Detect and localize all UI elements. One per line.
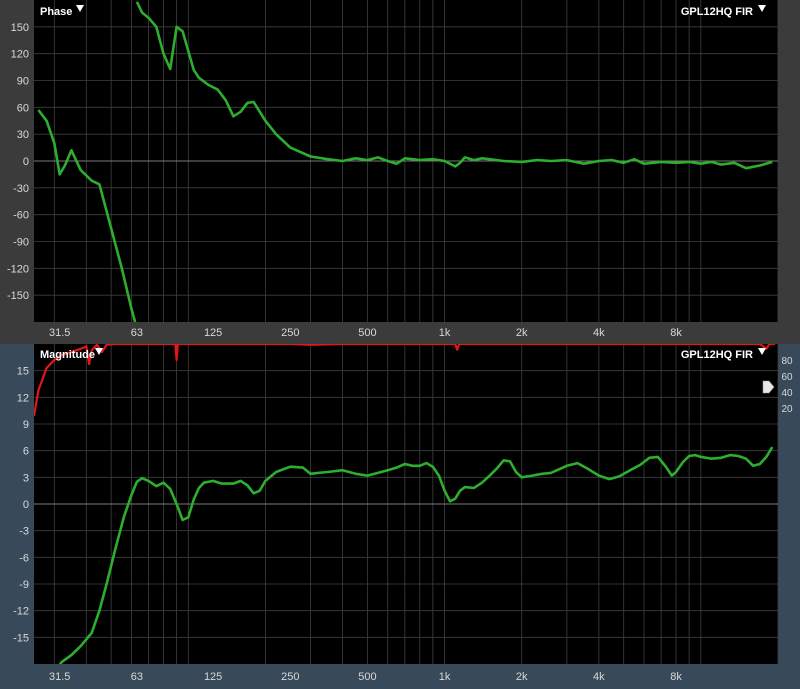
phase-y-tick-label: 90 <box>17 76 29 88</box>
phase-x-tick-label: 4k <box>593 327 605 339</box>
phase-title[interactable]: Phase <box>40 6 72 18</box>
magnitude-x-tick-label: 1k <box>439 671 451 683</box>
phase-x-tick-label: 2k <box>516 327 528 339</box>
phase-preset-label[interactable]: GPL12HQ FIR <box>681 6 753 18</box>
phase-x-tick-label: 8k <box>670 327 682 339</box>
magnitude-y-tick-label: 12 <box>17 392 29 404</box>
phase-y-tick-label: -150 <box>7 290 29 302</box>
magnitude-x-tick-label: 63 <box>131 671 143 683</box>
phase-y-tick-label: 150 <box>11 22 29 34</box>
magnitude-y-tick-label: 3 <box>23 472 29 484</box>
magnitude-y-tick-label: 6 <box>23 446 29 458</box>
magnitude-x-tick-label: 250 <box>281 671 299 683</box>
coherence-scale-label: 60 <box>781 372 793 383</box>
magnitude-x-tick-label: 2k <box>516 671 528 683</box>
magnitude-x-tick-label: 500 <box>358 671 376 683</box>
phase-x-tick-label: 500 <box>358 327 376 339</box>
phase-y-tick-label: -120 <box>7 263 29 275</box>
magnitude-x-tick-label: 31.5 <box>49 671 70 683</box>
phase-x-tick-label: 31.5 <box>49 327 70 339</box>
magnitude-y-tick-label: -15 <box>13 632 29 644</box>
magnitude-x-tick-label: 4k <box>593 671 605 683</box>
coherence-scale-label: 40 <box>781 388 793 399</box>
magnitude-title[interactable]: Magnitude <box>40 349 95 361</box>
phase-y-tick-label: 30 <box>17 129 29 141</box>
phase-y-tick-label: 60 <box>17 102 29 114</box>
magnitude-x-tick-label: 125 <box>204 671 222 683</box>
phase-x-tick-label: 1k <box>439 327 451 339</box>
magnitude-preset-label[interactable]: GPL12HQ FIR <box>681 349 753 361</box>
magnitude-y-tick-label: -12 <box>13 606 29 618</box>
magnitude-x-tick-label: 8k <box>670 671 682 683</box>
phase-x-tick-label: 250 <box>281 327 299 339</box>
magnitude-y-tick-label: -3 <box>19 526 29 538</box>
measurement-view: 1501209060300-30-60-90-120-150 15129630-… <box>0 0 800 689</box>
phase-y-tick-label: -60 <box>13 210 29 222</box>
coherence-scale-label: 80 <box>781 356 793 367</box>
phase-y-tick-label: -90 <box>13 237 29 249</box>
smaart-window: 150 120 90 60 30 0 -30 -60 -90 -120 -150 15 12 9 6 3 0-… <box>0 0 800 689</box>
magnitude-y-tick-label: -9 <box>19 579 29 591</box>
phase-x-tick-label: 125 <box>204 327 222 339</box>
magnitude-y-tick-label: 0 <box>23 499 29 511</box>
phase-y-tick-label: -30 <box>13 183 29 195</box>
phase-y-tick-label: 0 <box>23 156 29 168</box>
magnitude-y-tick-label: 9 <box>23 419 29 431</box>
phase-x-tick-label: 63 <box>131 327 143 339</box>
phase-y-tick-label: 120 <box>11 49 29 61</box>
magnitude-y-tick-label: 15 <box>17 366 29 378</box>
magnitude-y-tick-label: -6 <box>19 552 29 564</box>
coherence-scale-label: 20 <box>781 404 793 415</box>
